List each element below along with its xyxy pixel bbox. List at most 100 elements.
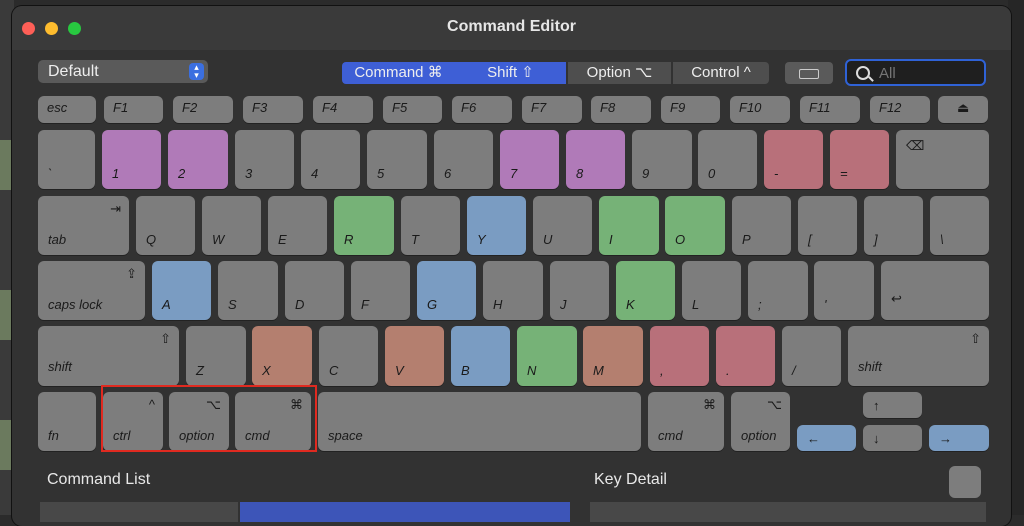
- key-7[interactable]: 7: [500, 130, 559, 189]
- key-quote[interactable]: ': [814, 261, 874, 320]
- key-label: `: [48, 166, 53, 181]
- key-label: 4: [311, 166, 319, 181]
- key-left-bracket[interactable]: [: [798, 196, 857, 255]
- key-n[interactable]: N: [517, 326, 577, 386]
- key-minus[interactable]: -: [764, 130, 823, 189]
- key-p[interactable]: P: [732, 196, 791, 255]
- key-z[interactable]: Z: [186, 326, 246, 386]
- key-j[interactable]: J: [550, 261, 609, 320]
- key-v[interactable]: V: [385, 326, 444, 386]
- key-f5[interactable]: F5: [383, 96, 442, 123]
- key-k[interactable]: K: [616, 261, 675, 320]
- key-f[interactable]: F: [351, 261, 410, 320]
- key-9[interactable]: 9: [632, 130, 692, 189]
- key-f12[interactable]: F12: [870, 96, 930, 123]
- search-icon: [856, 66, 870, 80]
- key-o[interactable]: O: [665, 196, 725, 255]
- search-input[interactable]: [877, 63, 981, 84]
- key-h[interactable]: H: [483, 261, 543, 320]
- key-arrow-right[interactable]: →: [929, 425, 989, 451]
- key-f1[interactable]: F1: [104, 96, 163, 123]
- key-c[interactable]: C: [319, 326, 378, 386]
- key-label: U: [543, 232, 553, 247]
- key-u[interactable]: U: [533, 196, 592, 255]
- key-r[interactable]: R: [334, 196, 394, 255]
- preset-popup[interactable]: Default ▴ ▾: [38, 60, 208, 83]
- key-label: 2: [178, 166, 186, 181]
- key-arrow-left[interactable]: ←: [797, 425, 856, 451]
- key-fn[interactable]: fn: [38, 392, 96, 451]
- key-4[interactable]: 4: [301, 130, 360, 189]
- key-label: F10: [739, 100, 762, 115]
- key-6[interactable]: 6: [434, 130, 493, 189]
- key-f6[interactable]: F6: [452, 96, 512, 123]
- key-period[interactable]: .: [716, 326, 775, 386]
- key-label: T: [411, 232, 419, 247]
- key-slash[interactable]: /: [782, 326, 841, 386]
- key-x[interactable]: X: [252, 326, 312, 386]
- key-d[interactable]: D: [285, 261, 344, 320]
- key-label: esc: [47, 100, 68, 115]
- key-3[interactable]: 3: [235, 130, 294, 189]
- key-eject[interactable]: ⏏: [938, 96, 988, 123]
- key-f11[interactable]: F11: [800, 96, 860, 123]
- key-cmd-left[interactable]: ⌘ cmd: [235, 392, 311, 451]
- key-arrow-up[interactable]: ↑: [863, 392, 922, 418]
- key-f9[interactable]: F9: [661, 96, 720, 123]
- key-5[interactable]: 5: [367, 130, 427, 189]
- key-label: B: [461, 363, 470, 378]
- key-detail-button[interactable]: [949, 466, 981, 498]
- key-label: F4: [322, 100, 338, 115]
- key-f2[interactable]: F2: [173, 96, 233, 123]
- key-b[interactable]: B: [451, 326, 510, 386]
- key-m[interactable]: M: [583, 326, 643, 386]
- key-f4[interactable]: F4: [313, 96, 373, 123]
- key-label: N: [527, 363, 537, 378]
- key-a[interactable]: A: [152, 261, 211, 320]
- key-g[interactable]: G: [417, 261, 476, 320]
- key-esc[interactable]: esc: [38, 96, 96, 123]
- key-cmd-right[interactable]: ⌘ cmd: [648, 392, 724, 451]
- key-backslash[interactable]: \: [930, 196, 989, 255]
- key-f10[interactable]: F10: [730, 96, 790, 123]
- key-f3[interactable]: F3: [243, 96, 303, 123]
- key-return[interactable]: ↩: [881, 261, 989, 320]
- key-i[interactable]: I: [599, 196, 659, 255]
- key-w[interactable]: W: [202, 196, 261, 255]
- option-icon: ⌥: [206, 397, 221, 412]
- modifier-option[interactable]: Option ⌥: [568, 62, 671, 84]
- key-f8[interactable]: F8: [591, 96, 651, 123]
- key-option-right[interactable]: ⌥ option: [731, 392, 790, 451]
- key-right-bracket[interactable]: ]: [864, 196, 923, 255]
- key-arrow-down[interactable]: ↓: [863, 425, 922, 451]
- key-1[interactable]: 1: [102, 130, 161, 189]
- key-s[interactable]: S: [218, 261, 278, 320]
- keyboard-view-button[interactable]: [785, 62, 833, 84]
- key-caps-lock[interactable]: ⇪ caps lock: [38, 261, 145, 320]
- key-t[interactable]: T: [401, 196, 460, 255]
- key-option-left[interactable]: ⌥ option: [169, 392, 229, 451]
- key-2[interactable]: 2: [168, 130, 228, 189]
- modifier-command[interactable]: Command ⌘: [342, 62, 455, 84]
- key-f7[interactable]: F7: [522, 96, 582, 123]
- key-ctrl-left[interactable]: ^ ctrl: [103, 392, 163, 451]
- modifier-control[interactable]: Control ^: [673, 62, 769, 84]
- key-y[interactable]: Y: [467, 196, 526, 255]
- key-shift-left[interactable]: ⇧ shift: [38, 326, 179, 386]
- modifier-shift[interactable]: Shift ⇧: [455, 62, 566, 84]
- key-equals[interactable]: =: [830, 130, 889, 189]
- key-backtick[interactable]: `: [38, 130, 95, 189]
- key-comma[interactable]: ,: [650, 326, 709, 386]
- key-8[interactable]: 8: [566, 130, 625, 189]
- key-semicolon[interactable]: ;: [748, 261, 808, 320]
- search-field[interactable]: [845, 59, 986, 86]
- key-0[interactable]: 0: [698, 130, 757, 189]
- key-delete[interactable]: ⌫: [896, 130, 989, 189]
- key-label: F5: [392, 100, 408, 115]
- key-e[interactable]: E: [268, 196, 327, 255]
- key-q[interactable]: Q: [136, 196, 195, 255]
- key-space[interactable]: space: [318, 392, 641, 451]
- key-l[interactable]: L: [682, 261, 741, 320]
- key-shift-right[interactable]: ⇧ shift: [848, 326, 989, 386]
- key-tab[interactable]: ⇥ tab: [38, 196, 129, 255]
